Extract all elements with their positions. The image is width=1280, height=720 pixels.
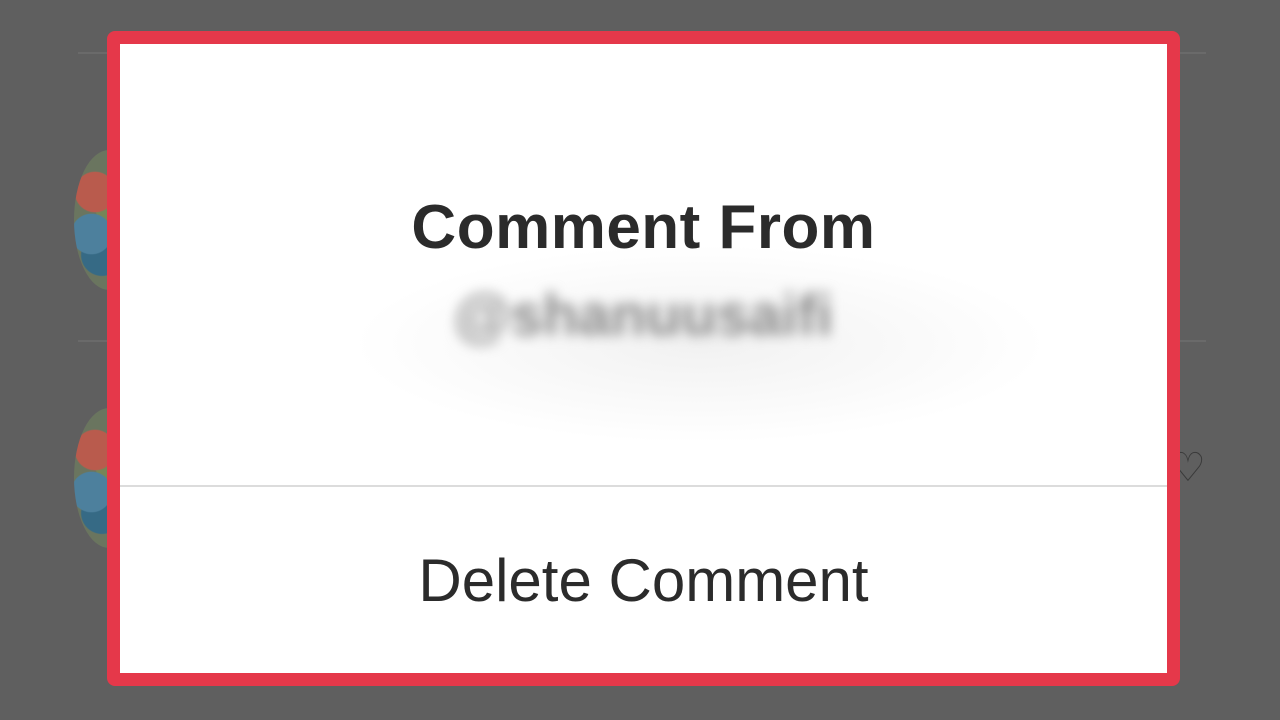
comment-author-username: @shanuusaifi <box>454 283 833 348</box>
delete-comment-label: Delete Comment <box>418 546 869 614</box>
background-screen: ♡ Comment From @shanuusaifi Delete Comme… <box>0 0 1280 720</box>
dialog-header: Comment From @shanuusaifi <box>120 44 1167 485</box>
dialog-title: Comment From <box>411 193 876 262</box>
delete-comment-button[interactable]: Delete Comment <box>120 487 1167 673</box>
comment-options-dialog: Comment From @shanuusaifi Delete Comment <box>120 44 1167 673</box>
highlight-frame: Comment From @shanuusaifi Delete Comment <box>107 31 1180 686</box>
